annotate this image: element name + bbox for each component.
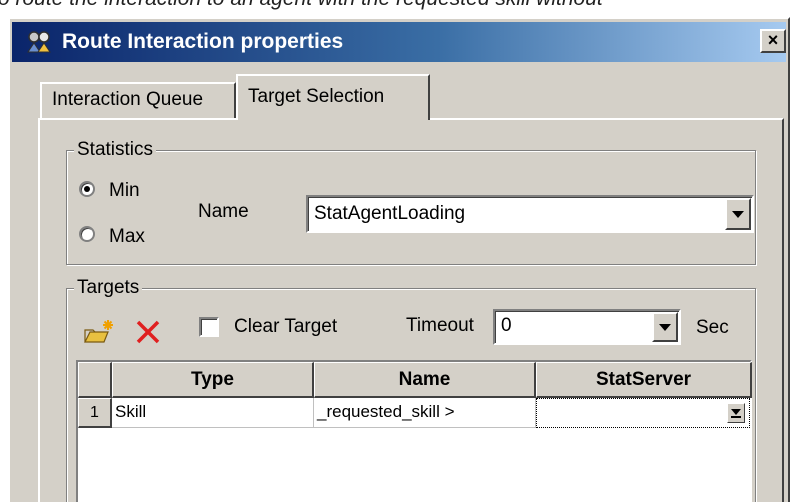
close-button[interactable]: × — [760, 29, 786, 53]
clear-target-checkbox[interactable] — [199, 317, 219, 337]
timeout-combobox[interactable]: 0 — [493, 309, 681, 345]
add-target-icon[interactable] — [82, 318, 116, 348]
targets-legend: Targets — [74, 277, 143, 299]
cell-name[interactable]: _requested_skill > — [314, 398, 536, 428]
max-label: Max — [109, 226, 145, 247]
min-label: Min — [109, 180, 140, 201]
stat-name-combobox[interactable]: StatAgentLoading — [306, 195, 754, 233]
column-header-statserver[interactable]: StatServer — [536, 362, 752, 398]
statistics-legend: Statistics — [74, 139, 157, 161]
timeout-label: Timeout — [406, 315, 474, 336]
column-header-type[interactable]: Type — [112, 362, 314, 398]
delete-x-icon[interactable] — [134, 318, 162, 346]
route-robot-icon — [27, 31, 51, 53]
dropdown-bar-glyph — [731, 416, 741, 418]
chevron-down-icon — [732, 211, 744, 218]
cell-type[interactable]: Skill — [112, 398, 314, 428]
cell-statserver[interactable] — [536, 398, 750, 428]
tab-interaction-queue[interactable]: Interaction Queue — [40, 82, 236, 118]
window-title: Route Interaction properties — [62, 30, 344, 53]
tab-target-selection[interactable]: Target Selection — [236, 74, 430, 120]
targets-table[interactable]: Type Name StatServer 1 Skill _requested_… — [76, 360, 752, 502]
chevron-down-icon — [731, 409, 741, 415]
row-number[interactable]: 1 — [78, 398, 112, 428]
chevron-down-icon — [659, 324, 671, 331]
timeout-value: 0 — [501, 315, 512, 336]
stat-name-dropdown-button[interactable] — [725, 198, 751, 230]
radio-max[interactable] — [79, 226, 95, 242]
name-label: Name — [198, 201, 249, 222]
sec-label: Sec — [696, 317, 729, 338]
clear-target-label: Clear Target — [234, 316, 338, 337]
radio-selected-dot — [84, 186, 90, 192]
statserver-dropdown-button[interactable] — [727, 403, 745, 423]
stat-name-value: StatAgentLoading — [314, 203, 466, 224]
timeout-dropdown-button[interactable] — [652, 312, 678, 342]
table-corner-header — [78, 362, 112, 398]
column-header-name[interactable]: Name — [314, 362, 536, 398]
caption-text: o route the interaction to an agent with… — [0, 0, 796, 14]
radio-min[interactable] — [79, 181, 95, 197]
